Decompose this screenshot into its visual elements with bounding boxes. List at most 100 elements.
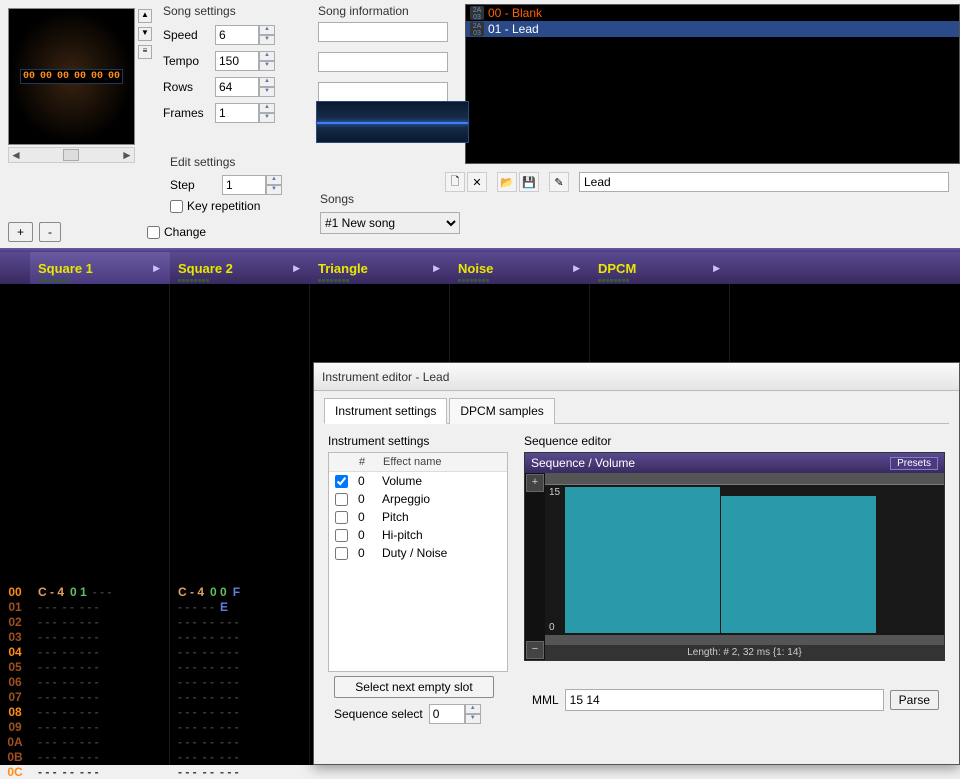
chevron-right-icon[interactable]: ▶ <box>153 263 160 274</box>
spin-up-icon[interactable]: ▲ <box>259 103 275 113</box>
channel-header-triangle[interactable]: Triangle▶ <box>310 252 450 284</box>
scroll-right-icon[interactable]: ► <box>120 148 134 162</box>
sequence-bar[interactable] <box>565 487 720 633</box>
effect-row[interactable]: 0Arpeggio <box>329 490 507 508</box>
seq-ruler-top[interactable] <box>545 473 944 485</box>
pattern-row[interactable]: 00C - 40 1- - -C - 40 0F <box>0 584 310 599</box>
scroll-left-icon[interactable]: ◄ <box>9 148 23 162</box>
effect-checkbox[interactable] <box>335 547 348 560</box>
effect-checkbox[interactable] <box>335 493 348 506</box>
effect-row[interactable]: 0Hi-pitch <box>329 526 507 544</box>
pattern-row[interactable]: 08- - -- -- - -- - -- -- - - <box>0 704 310 719</box>
chevron-right-icon[interactable]: ▶ <box>433 263 440 274</box>
spin-up-icon[interactable]: ▲ <box>259 25 275 35</box>
channel-header-dpcm[interactable]: DPCM▶ <box>590 252 730 284</box>
frame-cell[interactable]: 00 <box>38 70 54 83</box>
frame-cell[interactable]: 00 <box>106 70 122 83</box>
pattern-row[interactable]: 03- - -- -- - -- - -- -- - - <box>0 629 310 644</box>
effect-checkbox[interactable] <box>335 529 348 542</box>
seq-ruler-bottom[interactable] <box>545 635 944 645</box>
step-input[interactable] <box>222 175 266 195</box>
sequence-bar[interactable] <box>721 496 876 633</box>
frame-cell[interactable]: 00 <box>21 70 37 83</box>
pattern-row[interactable]: 05- - -- -- - -- - -- -- - - <box>0 659 310 674</box>
spin-down-icon[interactable]: ▼ <box>259 87 275 97</box>
channel-header-square1[interactable]: Square 1▶ <box>30 252 170 284</box>
spin-down-icon[interactable]: ▼ <box>259 35 275 45</box>
frame-canvas[interactable]: 00 00 00 00 00 00 ▲ ▼ ≡ <box>8 8 135 145</box>
frame-cell[interactable]: 00 <box>72 70 88 83</box>
channel-header-square2[interactable]: Square 2▶ <box>170 252 310 284</box>
chevron-right-icon[interactable]: ▶ <box>293 263 300 274</box>
effect-row[interactable]: 0Pitch <box>329 508 507 526</box>
sequence-select-input[interactable] <box>429 704 465 724</box>
chevron-right-icon[interactable]: ▶ <box>573 263 580 274</box>
frame-cell[interactable]: 00 <box>89 70 105 83</box>
spin-up-icon[interactable]: ▲ <box>465 704 481 714</box>
effect-row[interactable]: 0Duty / Noise <box>329 544 507 562</box>
spin-up-icon[interactable]: ▲ <box>266 175 282 185</box>
pattern-row[interactable]: 0A- - -- -- - -- - -- -- - - <box>0 734 310 749</box>
effect-row[interactable]: 0Volume <box>329 472 507 490</box>
column-hash[interactable]: # <box>353 453 377 471</box>
open-instrument-button[interactable]: 📂 <box>497 172 517 192</box>
channel-header-noise[interactable]: Noise▶ <box>450 252 590 284</box>
instrument-name-input[interactable] <box>579 172 949 192</box>
mml-input[interactable] <box>565 689 884 711</box>
add-frame-button[interactable]: + <box>8 222 33 242</box>
pattern-row[interactable]: 06- - -- -- - -- - -- -- - - <box>0 674 310 689</box>
effect-checkbox[interactable] <box>335 511 348 524</box>
save-instrument-button[interactable]: 💾 <box>519 172 539 192</box>
frame-up-button[interactable]: ▲ <box>138 9 152 23</box>
edit-instrument-button[interactable]: ✎ <box>549 172 569 192</box>
frame-row[interactable]: 00 00 00 00 00 00 <box>20 69 123 84</box>
song-author-input[interactable] <box>318 52 448 72</box>
column-effect-name[interactable]: Effect name <box>377 453 448 471</box>
presets-button[interactable]: Presets <box>890 457 938 470</box>
sequence-canvas[interactable]: 15 0 <box>545 485 944 635</box>
tempo-input[interactable] <box>215 51 259 71</box>
spin-down-icon[interactable]: ▼ <box>259 61 275 71</box>
key-repetition-checkbox[interactable] <box>170 200 183 213</box>
effect-checkbox[interactable] <box>335 475 348 488</box>
speed-input[interactable] <box>215 25 259 45</box>
tab-dpcm-samples[interactable]: DPCM samples <box>449 398 554 424</box>
frame-menu-button[interactable]: ≡ <box>138 45 152 59</box>
remove-frame-button[interactable]: - <box>39 222 61 242</box>
seq-remove-button[interactable]: − <box>526 641 544 659</box>
pattern-row[interactable]: 0B- - -- -- - -- - -- -- - - <box>0 749 310 764</box>
instrument-item[interactable]: 2A03 00 - Blank <box>466 5 959 21</box>
pattern-row[interactable]: 09- - -- -- - -- - -- -- - - <box>0 719 310 734</box>
new-instrument-button[interactable]: 🗋 <box>445 172 465 192</box>
channel-header-row: Square 1▶ Square 2▶ Triangle▶ Noise▶ DPC… <box>0 252 960 284</box>
tab-instrument-settings[interactable]: Instrument settings <box>324 398 447 424</box>
song-title-input[interactable] <box>318 22 448 42</box>
pattern-row[interactable]: 02- - -- -- - -- - -- -- - - <box>0 614 310 629</box>
frame-scrollbar[interactable]: ◄ ► <box>8 147 135 163</box>
spin-down-icon[interactable]: ▼ <box>259 113 275 123</box>
select-next-slot-button[interactable]: Select next empty slot <box>334 676 494 698</box>
pattern-row[interactable]: 0C- - -- -- - -- - -- -- - - <box>0 764 310 779</box>
pattern-row[interactable]: 04- - -- -- - -- - -- -- - - <box>0 644 310 659</box>
spin-up-icon[interactable]: ▲ <box>259 77 275 87</box>
pattern-row[interactable]: 07- - -- -- - -- - -- -- - - <box>0 689 310 704</box>
spin-down-icon[interactable]: ▼ <box>266 185 282 195</box>
scroll-thumb[interactable] <box>63 149 79 161</box>
chevron-right-icon[interactable]: ▶ <box>713 263 720 274</box>
song-copyright-input[interactable] <box>318 82 448 102</box>
change-checkbox[interactable] <box>147 226 160 239</box>
seq-add-button[interactable]: + <box>526 474 544 492</box>
spin-down-icon[interactable]: ▼ <box>465 714 481 724</box>
instrument-item-selected[interactable]: 2A03 01 - Lead <box>466 21 959 37</box>
frames-input[interactable] <box>215 103 259 123</box>
frame-down-button[interactable]: ▼ <box>138 27 152 41</box>
pattern-row[interactable]: 01- - -- -- - -- - -- -E <box>0 599 310 614</box>
instrument-list[interactable]: 2A03 00 - Blank 2A03 01 - Lead <box>465 4 960 164</box>
frame-cell[interactable]: 00 <box>55 70 71 83</box>
dialog-titlebar[interactable]: Instrument editor - Lead <box>314 363 959 391</box>
delete-instrument-button[interactable]: ✕ <box>467 172 487 192</box>
rows-input[interactable] <box>215 77 259 97</box>
spin-up-icon[interactable]: ▲ <box>259 51 275 61</box>
parse-button[interactable]: Parse <box>890 690 939 710</box>
songs-select[interactable]: #1 New song <box>320 212 460 234</box>
